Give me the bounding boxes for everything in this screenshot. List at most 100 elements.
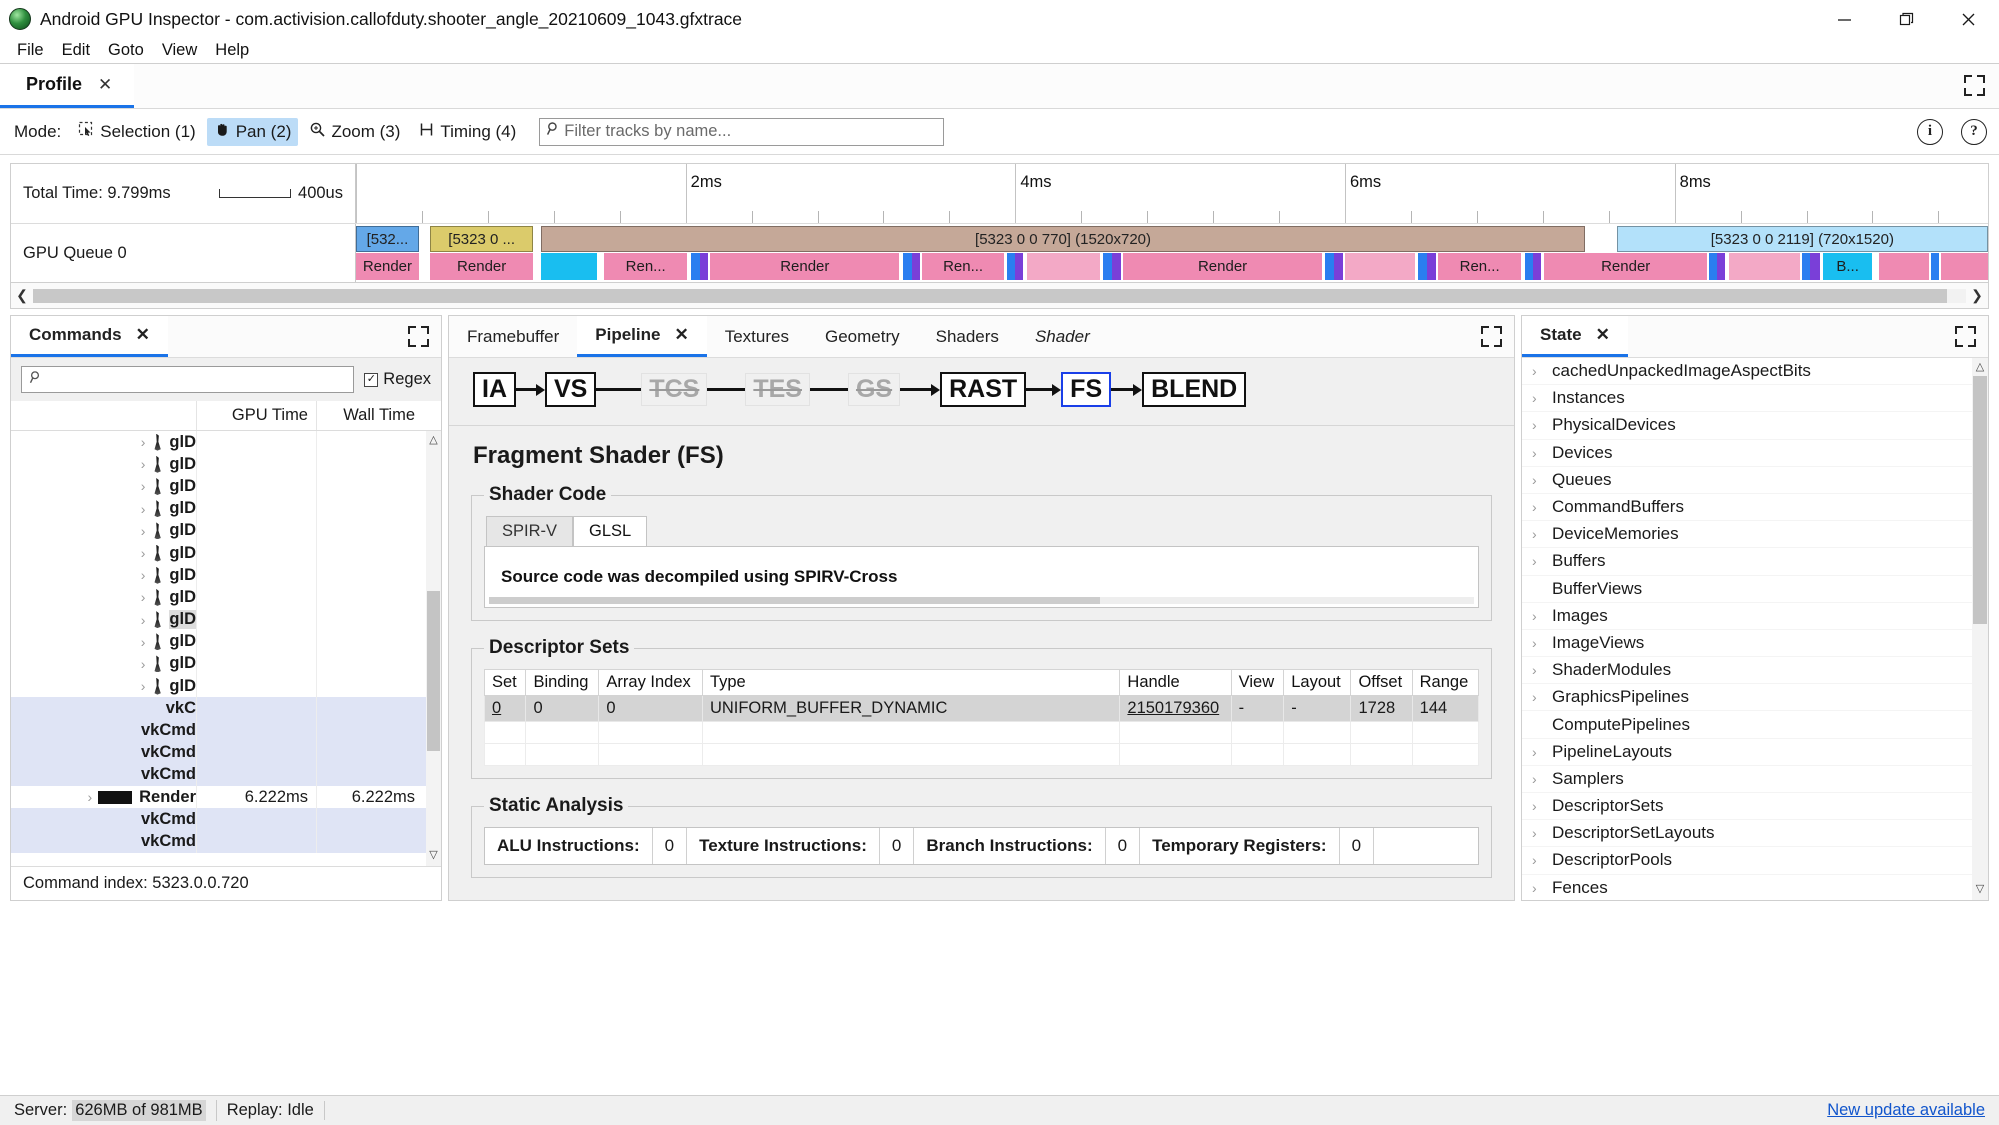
barrier-slice[interactable] xyxy=(1112,253,1121,280)
tab-state[interactable]: State ✕ xyxy=(1522,316,1628,357)
table-row[interactable]: vkCmd xyxy=(11,763,441,786)
table-row[interactable]: › glD xyxy=(11,453,441,476)
filter-tracks-field[interactable] xyxy=(539,117,945,146)
stage-vs[interactable]: VS xyxy=(545,372,597,407)
shader-code-area[interactable]: Source code was decompiled using SPIRV-C… xyxy=(484,546,1479,608)
timeline-group-bar[interactable]: [5323 0 ... xyxy=(430,226,534,252)
shader-code-hscroll-thumb[interactable] xyxy=(489,597,1100,604)
state-tree-item[interactable]: › Fences xyxy=(1522,875,1988,900)
regex-checkbox[interactable]: ✓ xyxy=(364,372,379,387)
state-tree-item[interactable]: › Images xyxy=(1522,603,1988,630)
expand-chevron-icon[interactable]: › xyxy=(1532,635,1552,651)
clear-slice[interactable] xyxy=(541,253,597,280)
minimize-button[interactable] xyxy=(1813,0,1875,38)
barrier-slice[interactable] xyxy=(1532,253,1541,280)
state-tree-item[interactable]: › CommandBuffers xyxy=(1522,494,1988,522)
commands-maximize-button[interactable] xyxy=(408,326,429,352)
barrier-slice[interactable] xyxy=(1524,253,1533,280)
barrier-slice[interactable] xyxy=(1418,253,1428,280)
col-header-gpu-time[interactable]: GPU Time xyxy=(197,401,317,430)
regex-toggle[interactable]: ✓ Regex xyxy=(364,370,431,389)
commands-vscrollbar[interactable]: △ ▽ xyxy=(426,431,441,866)
timeline-group-bar[interactable]: [5323 0 0 2119] (720x1520) xyxy=(1616,226,1988,252)
table-row[interactable]: › Render 6.222ms 6.222ms xyxy=(11,786,441,809)
expand-chevron-icon[interactable]: › xyxy=(141,456,146,472)
state-tree-item[interactable]: › Instances xyxy=(1522,385,1988,413)
state-tree-item[interactable]: › PipelineLayouts xyxy=(1522,739,1988,766)
expand-chevron-icon[interactable]: › xyxy=(141,589,146,605)
col-range[interactable]: Range xyxy=(1411,669,1480,696)
cell-set[interactable]: 0 xyxy=(492,699,501,717)
commands-table-body[interactable]: › glD › glD › glD › glD › glD › glD › glD › glD › glD › glD… xyxy=(11,431,441,866)
commands-search-field[interactable] xyxy=(21,366,355,393)
state-tree-item[interactable]: BufferViews xyxy=(1522,576,1988,603)
scroll-left-icon[interactable]: ❮ xyxy=(11,287,33,304)
render-slice[interactable] xyxy=(1344,253,1416,280)
state-maximize-button[interactable] xyxy=(1955,326,1976,352)
profile-maximize-button[interactable] xyxy=(1964,75,1985,101)
barrier-slice[interactable] xyxy=(1015,253,1024,280)
tab-spirv[interactable]: SPIR-V xyxy=(486,516,574,546)
col-type[interactable]: Type xyxy=(701,669,1121,696)
stage-blend[interactable]: BLEND xyxy=(1142,372,1247,407)
timeline-hscrollbar[interactable]: ❮ ❯ xyxy=(10,283,1989,309)
menu-file[interactable]: File xyxy=(8,39,53,62)
table-row[interactable]: › glD xyxy=(11,608,441,631)
render-slice[interactable]: Ren... xyxy=(922,253,1004,280)
state-tree[interactable]: › cachedUnpackedImageAspectBits › Instances… xyxy=(1522,358,1988,900)
expand-chevron-icon[interactable]: › xyxy=(1532,880,1552,896)
expand-chevron-icon[interactable]: › xyxy=(141,523,146,539)
render-slice[interactable]: Ren... xyxy=(604,253,688,280)
table-row[interactable]: › glD xyxy=(11,652,441,676)
expand-chevron-icon[interactable]: › xyxy=(141,612,146,628)
expand-chevron-icon[interactable]: › xyxy=(141,634,146,650)
tab-framebuffer[interactable]: Framebuffer xyxy=(449,316,577,357)
mode-pan-button[interactable]: Pan (2) xyxy=(206,117,299,146)
stage-tcs[interactable]: TCS xyxy=(641,373,708,406)
shader-code-hscrollbar[interactable] xyxy=(489,597,1474,604)
state-tree-item[interactable]: › ShaderModules xyxy=(1522,657,1988,685)
tab-shaders[interactable]: Shaders xyxy=(918,316,1017,357)
stage-tes[interactable]: TES xyxy=(745,373,810,406)
render-slice[interactable]: Render xyxy=(1544,253,1708,280)
timeline-group-bar[interactable]: [5323 0 0 770] (1520x720) xyxy=(541,226,1585,252)
expand-chevron-icon[interactable]: › xyxy=(1532,852,1552,868)
stage-gs[interactable]: GS xyxy=(847,373,901,406)
tab-commands-close-icon[interactable]: ✕ xyxy=(136,325,150,345)
table-row[interactable]: › glD xyxy=(11,586,441,609)
state-tree-item[interactable]: › Samplers xyxy=(1522,766,1988,793)
barrier-slice[interactable] xyxy=(911,253,920,280)
col-handle[interactable]: Handle xyxy=(1119,669,1232,696)
barrier-slice[interactable] xyxy=(902,253,912,280)
track-content[interactable]: [532... [5323 0 ... [5323 0 0 770] (1520… xyxy=(356,224,1988,282)
stage-ia[interactable]: IA xyxy=(473,372,516,407)
scroll-right-icon[interactable]: ❯ xyxy=(1966,287,1988,304)
state-tree-item[interactable]: › Buffers xyxy=(1522,548,1988,576)
menu-view[interactable]: View xyxy=(153,39,206,62)
expand-chevron-icon[interactable]: › xyxy=(1532,526,1552,542)
expand-chevron-icon[interactable]: › xyxy=(141,656,146,672)
close-button[interactable] xyxy=(1937,0,1999,38)
mode-selection-button[interactable]: Selection (1) xyxy=(71,118,202,146)
expand-chevron-icon[interactable]: › xyxy=(1532,608,1552,624)
tab-state-close-icon[interactable]: ✕ xyxy=(1596,325,1610,345)
scroll-down-icon[interactable]: ▽ xyxy=(1972,882,1988,898)
expand-chevron-icon[interactable]: › xyxy=(1532,363,1552,379)
render-slice[interactable]: Render xyxy=(356,253,419,280)
tab-pipeline-close-icon[interactable]: ✕ xyxy=(674,325,688,345)
scroll-up-icon[interactable]: △ xyxy=(1972,360,1988,376)
expand-chevron-icon[interactable]: › xyxy=(1532,662,1552,678)
col-view[interactable]: View xyxy=(1230,669,1285,696)
table-row[interactable]: › glD xyxy=(11,675,441,698)
menu-edit[interactable]: Edit xyxy=(53,39,99,62)
tab-commands[interactable]: Commands ✕ xyxy=(11,316,168,357)
barrier-slice[interactable] xyxy=(699,253,708,280)
hscroll-track[interactable] xyxy=(33,288,1966,303)
state-tree-list[interactable]: › cachedUnpackedImageAspectBits › Instances… xyxy=(1522,358,1988,900)
stage-fs[interactable]: FS xyxy=(1061,372,1112,407)
table-row[interactable]: › glD xyxy=(11,564,441,587)
render-slice[interactable]: Ren... xyxy=(1438,253,1522,280)
render-slice[interactable] xyxy=(1728,253,1801,280)
expand-chevron-icon[interactable]: › xyxy=(141,545,146,561)
expand-chevron-icon[interactable]: › xyxy=(87,789,92,805)
